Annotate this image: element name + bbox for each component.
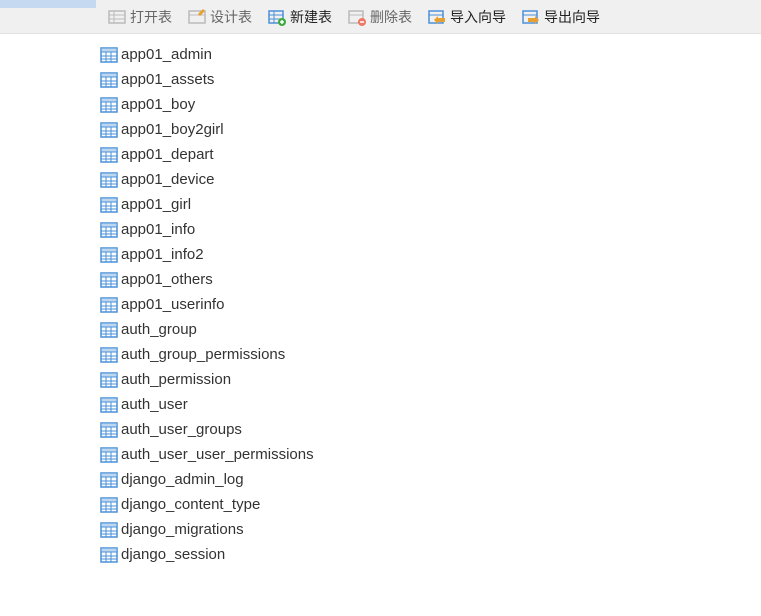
table-icon — [100, 371, 118, 389]
table-icon — [100, 546, 118, 564]
design-table-button[interactable]: 设计表 — [180, 3, 260, 31]
table-item-label: auth_group_permissions — [121, 346, 285, 363]
table-icon — [100, 146, 118, 164]
table-icon — [100, 496, 118, 514]
table-item-label: auth_user_user_permissions — [121, 446, 314, 463]
table-item-label: app01_info2 — [121, 246, 204, 263]
new-table-button[interactable]: 新建表 — [260, 3, 340, 31]
open-table-label: 打开表 — [130, 7, 172, 27]
table-item-label: auth_user_groups — [121, 421, 242, 438]
table-item[interactable]: app01_boy — [100, 92, 757, 117]
table-item[interactable]: app01_info2 — [100, 242, 757, 267]
table-item-label: django_session — [121, 546, 225, 563]
table-icon — [100, 171, 118, 189]
table-item[interactable]: auth_user_user_permissions — [100, 442, 757, 467]
table-item-label: app01_device — [121, 171, 214, 188]
table-list: app01_admin app01_assets app01_boy app01_bo… — [96, 34, 761, 616]
table-item-label: app01_depart — [121, 146, 214, 163]
table-icon — [100, 471, 118, 489]
table-item-label: app01_userinfo — [121, 296, 224, 313]
table-item[interactable]: django_admin_log — [100, 467, 757, 492]
import-wizard-label: 导入向导 — [450, 7, 506, 27]
table-item[interactable]: auth_group_permissions — [100, 342, 757, 367]
design-icon — [188, 8, 206, 26]
table-item[interactable]: app01_others — [100, 267, 757, 292]
table-item[interactable]: django_migrations — [100, 517, 757, 542]
table-item[interactable]: auth_permission — [100, 367, 757, 392]
table-item[interactable]: django_session — [100, 542, 757, 567]
table-item-label: app01_assets — [121, 71, 214, 88]
table-icon — [100, 421, 118, 439]
export-wizard-label: 导出向导 — [544, 7, 600, 27]
table-icon — [100, 46, 118, 64]
table-item-label: auth_user — [121, 396, 188, 413]
delete-table-label: 删除表 — [370, 7, 412, 27]
table-icon — [108, 8, 126, 26]
import-wizard-button[interactable]: 导入向导 — [420, 3, 514, 31]
import-icon — [428, 8, 446, 26]
table-icon — [100, 521, 118, 539]
export-wizard-button[interactable]: 导出向导 — [514, 3, 608, 31]
table-icon — [100, 196, 118, 214]
table-item-label: app01_girl — [121, 196, 191, 213]
toolbar: 打开表 设计表 新建表 删除表 导入向导 导出向导 — [0, 0, 761, 34]
table-item[interactable]: app01_depart — [100, 142, 757, 167]
table-icon — [100, 96, 118, 114]
content-area: app01_admin app01_assets app01_boy app01_bo… — [0, 34, 761, 616]
table-item-label: app01_others — [121, 271, 213, 288]
design-table-label: 设计表 — [210, 7, 252, 27]
table-item-label: app01_boy2girl — [121, 121, 224, 138]
left-strip — [0, 0, 96, 8]
table-item[interactable]: auth_user — [100, 392, 757, 417]
table-item[interactable]: auth_user_groups — [100, 417, 757, 442]
table-item[interactable]: app01_info — [100, 217, 757, 242]
table-item[interactable]: app01_assets — [100, 67, 757, 92]
table-icon — [100, 446, 118, 464]
table-item[interactable]: app01_admin — [100, 42, 757, 67]
table-icon — [100, 121, 118, 139]
table-icon — [100, 246, 118, 264]
sidebar-panel — [0, 34, 96, 616]
table-icon — [100, 221, 118, 239]
delete-table-icon — [348, 8, 366, 26]
table-item[interactable]: app01_device — [100, 167, 757, 192]
table-icon — [100, 296, 118, 314]
table-item[interactable]: app01_boy2girl — [100, 117, 757, 142]
table-item-label: django_content_type — [121, 496, 260, 513]
new-table-icon — [268, 8, 286, 26]
table-item-label: auth_permission — [121, 371, 231, 388]
table-item-label: app01_info — [121, 221, 195, 238]
table-icon — [100, 271, 118, 289]
table-icon — [100, 346, 118, 364]
table-item[interactable]: app01_userinfo — [100, 292, 757, 317]
table-item[interactable]: django_content_type — [100, 492, 757, 517]
new-table-label: 新建表 — [290, 7, 332, 27]
table-item-label: django_migrations — [121, 521, 244, 538]
table-icon — [100, 396, 118, 414]
table-item[interactable]: auth_group — [100, 317, 757, 342]
table-icon — [100, 71, 118, 89]
delete-table-button[interactable]: 删除表 — [340, 3, 420, 31]
table-icon — [100, 321, 118, 339]
table-item-label: auth_group — [121, 321, 197, 338]
export-icon — [522, 8, 540, 26]
open-table-button[interactable]: 打开表 — [100, 3, 180, 31]
table-item-label: django_admin_log — [121, 471, 244, 488]
table-item-label: app01_boy — [121, 96, 195, 113]
table-item[interactable]: app01_girl — [100, 192, 757, 217]
table-item-label: app01_admin — [121, 46, 212, 63]
